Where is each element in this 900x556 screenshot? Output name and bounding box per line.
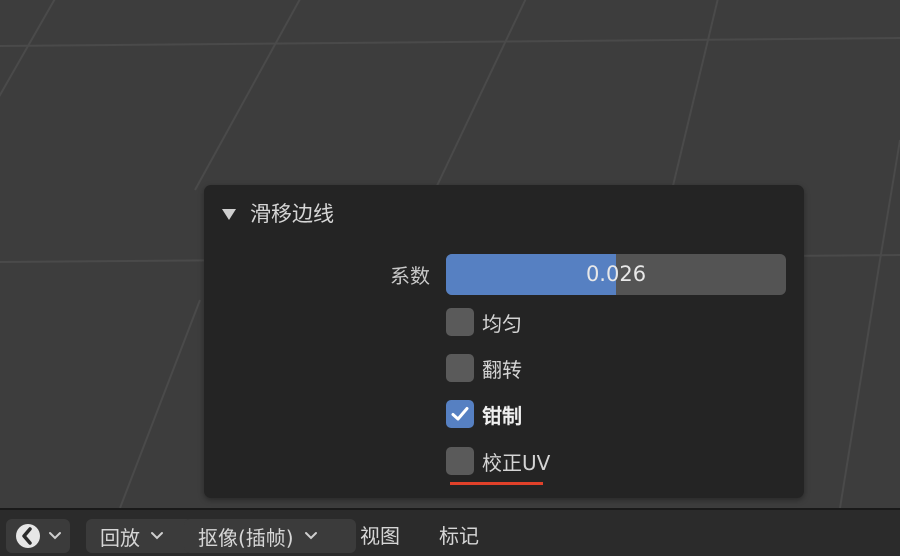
view-menu[interactable]: 视图 xyxy=(360,519,400,553)
panel-header[interactable]: 滑移边线 xyxy=(222,199,334,227)
marker-menu[interactable]: 标记 xyxy=(439,519,479,553)
clamp-label: 钳制 xyxy=(482,403,522,428)
adjust-last-operation-panel: 滑移边线 系数 0.026 均匀 翻转 钳制 校正UV xyxy=(204,185,804,498)
factor-value: 0.026 xyxy=(585,262,647,286)
correct-uv-label: 校正UV xyxy=(482,450,551,475)
clock-icon xyxy=(16,524,40,548)
annotation-underline xyxy=(450,482,543,485)
playback-menu-label: 回放 xyxy=(100,525,140,550)
correct-uv-checkbox[interactable] xyxy=(446,447,474,475)
even-label: 均匀 xyxy=(482,311,522,336)
option-clamp[interactable]: 钳制 xyxy=(446,398,522,430)
factor-label: 系数 xyxy=(390,264,430,288)
option-even[interactable]: 均匀 xyxy=(446,306,522,338)
keying-menu-label: 抠像(插帧) xyxy=(198,525,294,550)
timeline-header: 回放 抠像(插帧) 视图 标记 xyxy=(0,508,900,556)
flip-checkbox[interactable] xyxy=(446,354,474,382)
clamp-checkbox[interactable] xyxy=(446,400,474,428)
factor-slider[interactable]: 0.026 xyxy=(446,254,786,295)
even-checkbox[interactable] xyxy=(446,308,474,336)
option-flip[interactable]: 翻转 xyxy=(446,352,522,384)
chevron-down-icon xyxy=(151,532,163,540)
collapse-triangle-icon[interactable] xyxy=(222,208,236,220)
chevron-down-icon xyxy=(49,532,61,540)
editor-type-button[interactable] xyxy=(6,519,70,553)
keying-menu[interactable]: 抠像(插帧) xyxy=(184,519,356,553)
flip-label: 翻转 xyxy=(482,357,522,382)
playback-menu[interactable]: 回放 xyxy=(86,519,192,553)
panel-title: 滑移边线 xyxy=(250,202,334,226)
option-correct-uv[interactable]: 校正UV xyxy=(446,445,550,477)
checkmark-icon xyxy=(451,407,469,421)
chevron-down-icon xyxy=(304,532,317,540)
